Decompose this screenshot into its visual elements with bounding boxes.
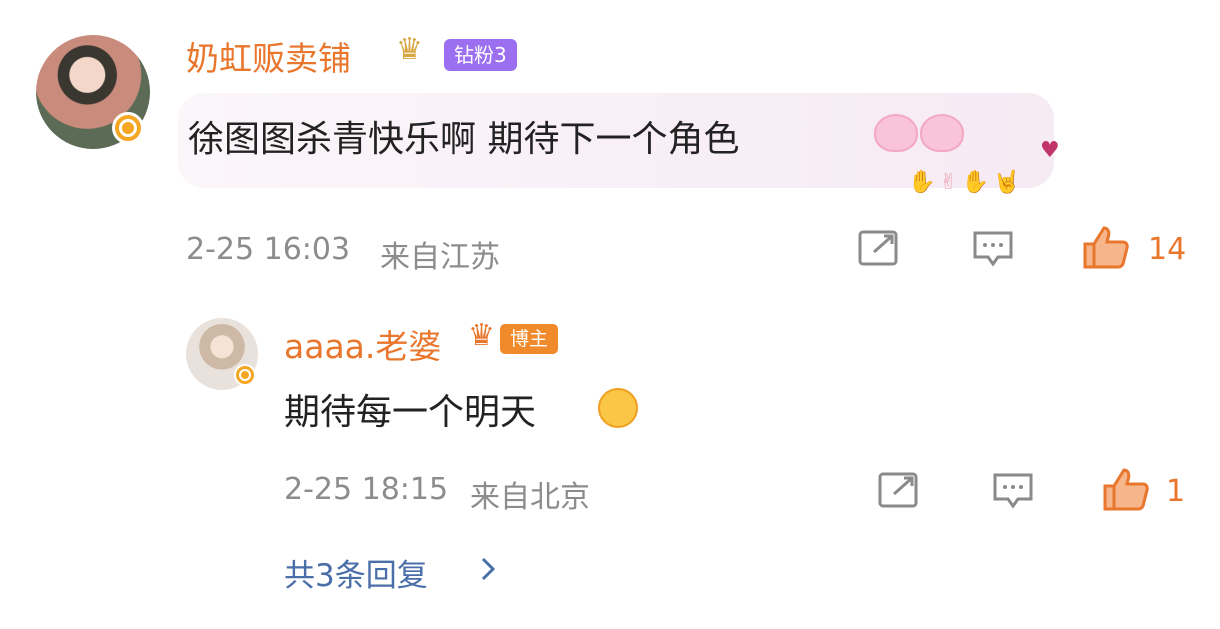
reply-timestamp: 2-25 18:15 <box>284 472 449 507</box>
crown-icon: ♛ <box>396 32 423 67</box>
comment-timestamp: 2-25 16:03 <box>186 232 351 267</box>
comment-icon[interactable] <box>992 472 1034 510</box>
fan-level-badge[interactable]: 钻粉3 <box>444 39 517 71</box>
chevron-right-icon[interactable] <box>478 554 498 588</box>
like-icon[interactable] <box>1082 224 1130 270</box>
reply-text: 期待每一个明天 <box>284 392 537 433</box>
comment-text: 徐图图杀青快乐啊 期待下一个角色 <box>188 119 740 160</box>
heart-icon: ♥ <box>1040 138 1060 163</box>
share-icon[interactable] <box>858 230 900 266</box>
comment-username[interactable]: 奶虹贩卖铺 <box>186 32 351 80</box>
bunny-emoji <box>920 114 964 152</box>
verified-badge-icon <box>234 364 256 386</box>
comment-icon[interactable] <box>972 230 1014 268</box>
share-icon[interactable] <box>878 472 920 508</box>
comment-location: 来自江苏 <box>380 240 500 275</box>
hands-icon: ✋✌✋🤘 <box>908 170 1025 195</box>
author-badge: 博主 <box>500 324 559 354</box>
reply-username[interactable]: aaaa.老婆 <box>284 320 441 368</box>
hug-face-emoji <box>598 388 638 428</box>
verified-badge-icon <box>112 112 144 144</box>
comment-like-count: 14 <box>1148 232 1187 267</box>
more-replies-link[interactable]: 共3条回复 <box>284 550 428 595</box>
reply-like-count: 1 <box>1166 474 1186 509</box>
bunny-emoji <box>874 114 918 152</box>
like-icon[interactable] <box>1102 466 1150 512</box>
crown-icon: ♛ <box>468 318 495 353</box>
reply-location: 来自北京 <box>470 480 590 515</box>
